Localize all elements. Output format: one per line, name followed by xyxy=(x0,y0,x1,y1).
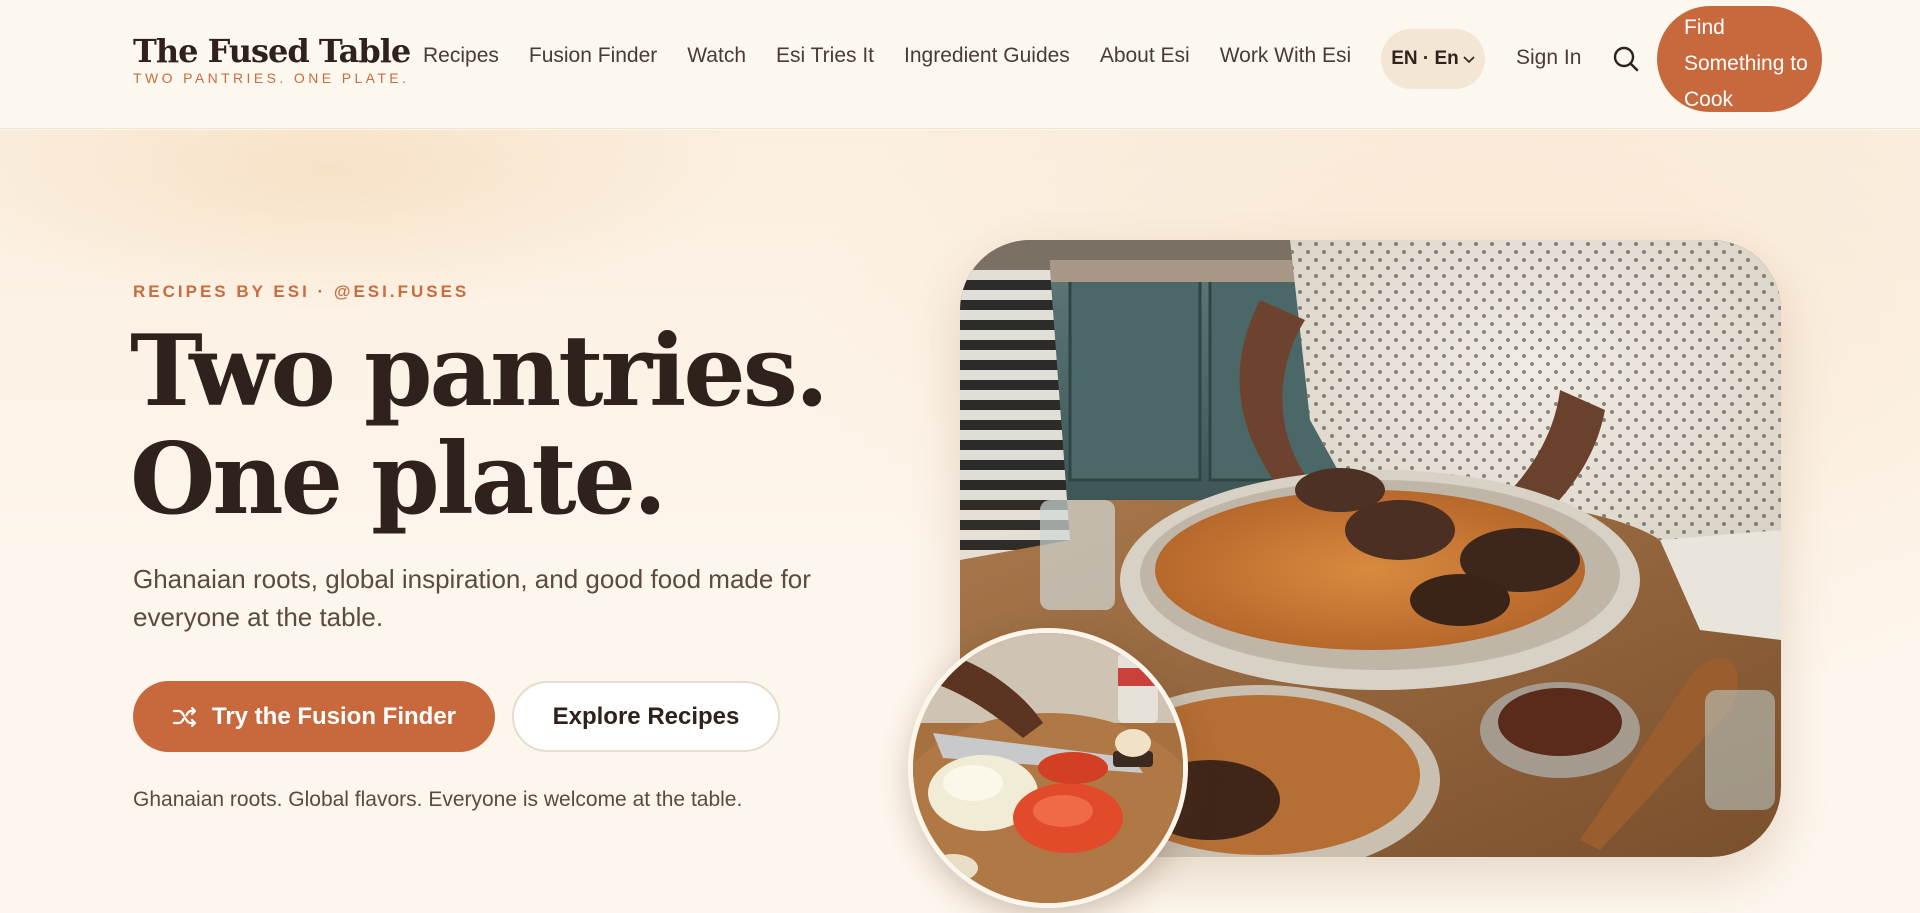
shuffle-icon xyxy=(172,705,198,729)
brand-title: The Fused Table xyxy=(133,32,411,70)
language-selector[interactable]: EN · En xyxy=(1381,29,1485,89)
headline-line-2: One plate. xyxy=(130,422,667,537)
brand-tagline: TWO PANTRIES. ONE PLATE. xyxy=(133,70,410,86)
hero-subtitle: Ghanaian roots, global inspiration, and … xyxy=(133,564,811,632)
inset-photo-chopping xyxy=(908,628,1188,908)
language-label: EN · En xyxy=(1391,48,1459,69)
nav-recipes[interactable]: Recipes xyxy=(423,44,499,68)
nav-about-esi[interactable]: About Esi xyxy=(1100,44,1190,68)
nav-watch[interactable]: Watch xyxy=(687,44,746,68)
nav-work-with-esi[interactable]: Work With Esi xyxy=(1220,44,1351,68)
try-fusion-finder-label: Try the Fusion Finder xyxy=(211,702,457,730)
search-icon[interactable] xyxy=(1612,45,1640,73)
hero-eyebrow: RECIPES BY ESI · @ESI.FUSES xyxy=(133,282,470,301)
find-something-button[interactable]: Find Something to Cook xyxy=(1657,6,1822,112)
nav-esi-tries-it[interactable]: Esi Tries It xyxy=(776,44,874,68)
nav-ingredient-guides[interactable]: Ingredient Guides xyxy=(904,44,1070,68)
explore-recipes-button[interactable]: Explore Recipes xyxy=(512,681,780,752)
nav-fusion-finder[interactable]: Fusion Finder xyxy=(529,44,657,68)
hero-headline: Two pantries. One plate. xyxy=(130,318,890,534)
main-nav: Recipes Fusion Finder Watch Esi Tries It… xyxy=(423,44,1381,68)
try-fusion-finder-button[interactable]: Try the Fusion Finder xyxy=(133,681,495,752)
hero-tagline: Ghanaian roots. Global flavors. Everyone… xyxy=(133,788,743,811)
sign-in-link[interactable]: Sign In xyxy=(1516,46,1581,70)
brand-logo[interactable]: The Fused Table TWO PANTRIES. ONE PLATE. xyxy=(133,32,411,86)
headline-line-1: Two pantries. xyxy=(130,314,829,429)
chevron-down-icon xyxy=(1463,56,1475,64)
site-header: The Fused Table TWO PANTRIES. ONE PLATE.… xyxy=(0,0,1920,129)
